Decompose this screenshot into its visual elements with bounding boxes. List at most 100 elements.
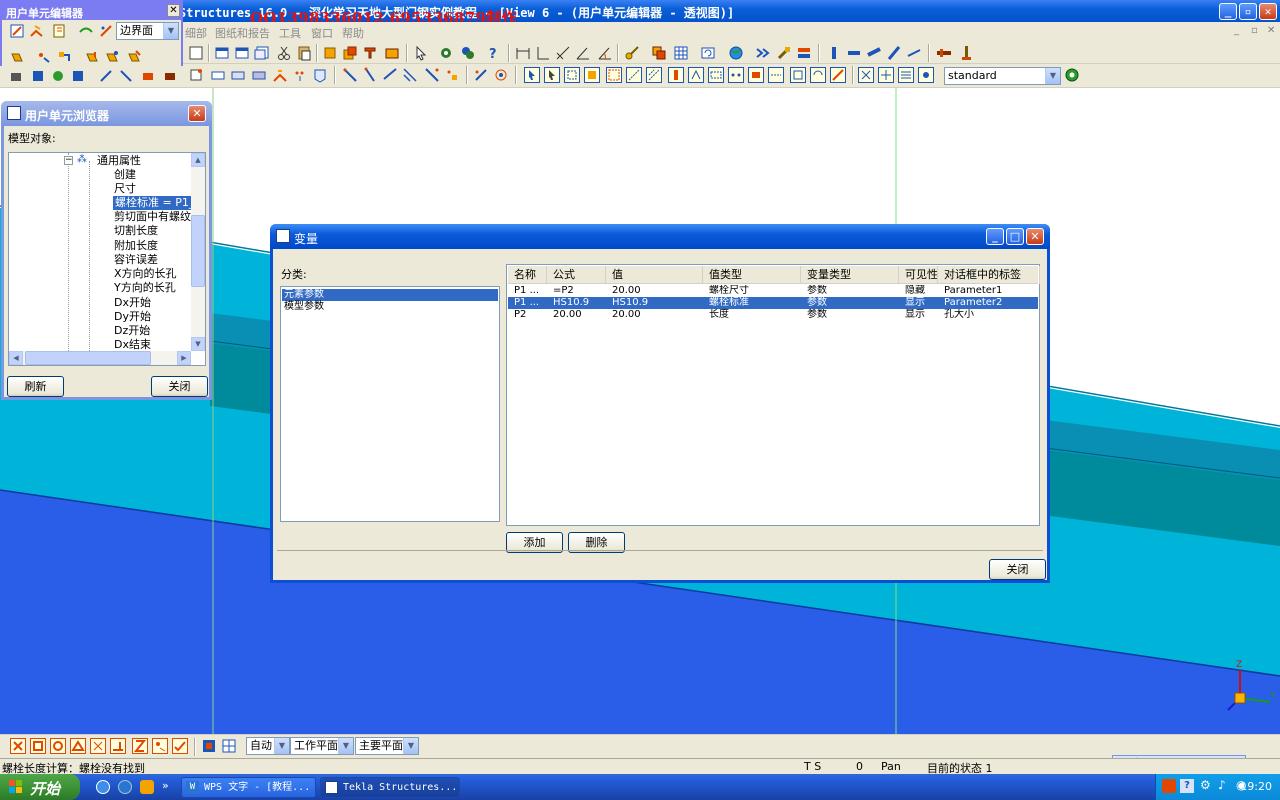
- tree-item[interactable]: 附加长度: [114, 239, 158, 253]
- snap-toggle-icon[interactable]: [10, 738, 26, 754]
- plane-icon[interactable]: [221, 738, 237, 754]
- tool-icon[interactable]: [70, 68, 86, 84]
- point-icon[interactable]: [230, 67, 246, 83]
- menu-window[interactable]: 窗口: [311, 25, 333, 41]
- variables-close-button[interactable]: 关闭: [989, 559, 1046, 580]
- tree-vscroll[interactable]: ▲ ▼: [191, 153, 205, 351]
- forward-icon[interactable]: [755, 45, 771, 61]
- bolt-icon[interactable]: [84, 49, 100, 65]
- bolt-icon[interactable]: [36, 49, 52, 65]
- table-row-selected[interactable]: P1 ... HS10.9 HS10.9 螺栓标准 参数 显示 Paramete…: [508, 297, 1038, 309]
- browser-close-button[interactable]: ✕: [188, 105, 206, 122]
- tray-network-icon[interactable]: ⚙: [1200, 778, 1211, 792]
- plane-icon[interactable]: [98, 23, 114, 39]
- snap-icon[interactable]: [708, 67, 724, 83]
- table-row[interactable]: P1 ... =P2 20.00 螺栓尺寸 参数 隐藏 Parameter1: [508, 285, 1038, 297]
- bolt-icon[interactable]: [104, 49, 120, 65]
- category-item[interactable]: 模型参数: [282, 301, 498, 313]
- taskbar-item-tekla[interactable]: Tekla Structures...: [320, 777, 460, 798]
- column-header-name[interactable]: 名称: [508, 266, 547, 284]
- line-icon[interactable]: [444, 67, 460, 83]
- edit-icon[interactable]: [29, 23, 45, 39]
- snap-toggle-icon[interactable]: [70, 738, 86, 754]
- browser-icon[interactable]: [118, 780, 132, 794]
- table-row[interactable]: P2 20.00 20.00 长度 参数 显示 孔大小: [508, 309, 1038, 321]
- column-header-variable-type[interactable]: 变量类型: [801, 266, 899, 284]
- snap-icon[interactable]: [830, 67, 846, 83]
- window-icon[interactable]: [234, 45, 250, 61]
- menu-detailing[interactable]: 细部: [185, 25, 207, 41]
- snap-icon[interactable]: [584, 67, 600, 83]
- edit-icon[interactable]: [9, 23, 25, 39]
- globe-icon[interactable]: [728, 45, 744, 61]
- main-plane-select[interactable]: 主要平面 ▼: [355, 737, 419, 755]
- snap-icon[interactable]: [668, 67, 684, 83]
- brace-icon[interactable]: [886, 45, 902, 61]
- snap-icon[interactable]: [878, 67, 894, 83]
- snap-toggle-icon[interactable]: [172, 738, 188, 754]
- refresh-icon[interactable]: [700, 45, 716, 61]
- snap-icon[interactable]: [728, 67, 744, 83]
- plane-icon[interactable]: [201, 738, 217, 754]
- point-icon[interactable]: [188, 67, 204, 83]
- category-item-selected[interactable]: 元素参数: [282, 289, 498, 301]
- menu-drawings-reports[interactable]: 图纸和报告: [215, 25, 270, 41]
- work-plane-select[interactable]: 工作平面 ▼: [290, 737, 354, 755]
- snap-icon[interactable]: [810, 67, 826, 83]
- collapse-toggle[interactable]: −: [64, 156, 73, 165]
- tree-item[interactable]: Dx结束: [114, 338, 151, 352]
- beam-icon[interactable]: [846, 45, 862, 61]
- snap-icon[interactable]: [626, 67, 642, 83]
- close-button[interactable]: ✕: [1259, 3, 1277, 20]
- weld-icon[interactable]: [958, 45, 974, 61]
- snap-icon[interactable]: [544, 67, 560, 83]
- snap-toggle-icon[interactable]: [152, 738, 168, 754]
- category-list[interactable]: 元素参数 模型参数: [280, 286, 500, 522]
- snap-toggle-icon[interactable]: [30, 738, 46, 754]
- assembly-icon[interactable]: [342, 45, 358, 61]
- point-icon[interactable]: [210, 67, 226, 83]
- column-icon[interactable]: [826, 45, 842, 61]
- part-icon[interactable]: [322, 45, 338, 61]
- snap-icon[interactable]: [688, 67, 704, 83]
- point-icon[interactable]: [312, 67, 328, 83]
- snap-select-icon[interactable]: [524, 67, 540, 83]
- tree-root[interactable]: 通用属性: [97, 154, 141, 168]
- more-icon[interactable]: »: [162, 779, 169, 792]
- column-header-formula[interactable]: 公式: [547, 266, 606, 284]
- ie-icon[interactable]: [96, 780, 110, 794]
- snap-toggle-icon[interactable]: [90, 738, 106, 754]
- tree-item[interactable]: Y方向的长孔: [114, 281, 176, 295]
- filter-icon[interactable]: [1064, 67, 1080, 83]
- bolt-icon[interactable]: [936, 45, 952, 61]
- tray-app-icon[interactable]: [1162, 779, 1176, 793]
- grid-icon[interactable]: [673, 45, 689, 61]
- plane-icon[interactable]: [78, 23, 94, 39]
- toolbox-close-button[interactable]: ✕: [167, 4, 180, 17]
- taskbar-item-wps[interactable]: W WPS 文字 - [教程...: [181, 777, 316, 798]
- column-header-value[interactable]: 值: [606, 266, 703, 284]
- layer-icon[interactable]: [796, 45, 812, 61]
- snap-icon[interactable]: [898, 67, 914, 83]
- cut-icon[interactable]: [276, 45, 292, 61]
- snap-icon[interactable]: [858, 67, 874, 83]
- beam-icon[interactable]: [866, 45, 882, 61]
- tool-icon[interactable]: [50, 68, 66, 84]
- snap-icon[interactable]: [646, 67, 662, 83]
- model-object-tree[interactable]: − ⁂ 通用属性 创建 尺寸 螺栓标准 = P1_d 剪切面中有螺纹 切割长度 …: [8, 152, 206, 366]
- dimension-icon[interactable]: [555, 45, 571, 61]
- line-icon[interactable]: [382, 67, 398, 83]
- minimize-button[interactable]: _: [986, 228, 1004, 245]
- beam-icon[interactable]: [362, 45, 378, 61]
- scroll-up-icon[interactable]: ▲: [191, 153, 205, 167]
- variables-grid[interactable]: 名称 公式 值 值类型 变量类型 可见性 对话框中的标签 P1 ... =P2 …: [506, 264, 1040, 526]
- tool-icon[interactable]: [30, 68, 46, 84]
- line-icon[interactable]: [473, 67, 489, 83]
- snap-toggle-icon[interactable]: [50, 738, 66, 754]
- tree-hscroll[interactable]: ◀ ▶: [9, 351, 191, 365]
- tree-item[interactable]: 尺寸: [114, 182, 136, 196]
- maximize-button[interactable]: □: [1006, 228, 1024, 245]
- key-icon[interactable]: [624, 45, 640, 61]
- tree-item[interactable]: X方向的长孔: [114, 267, 177, 281]
- dimension-icon[interactable]: [535, 45, 551, 61]
